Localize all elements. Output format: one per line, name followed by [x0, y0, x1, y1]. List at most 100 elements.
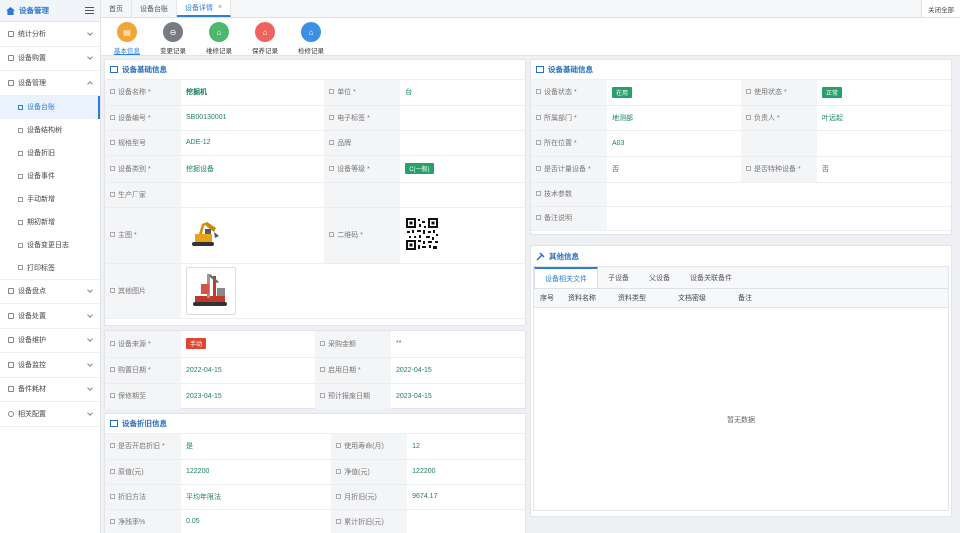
other-info-title: 其他信息: [531, 246, 951, 266]
field-icon: [110, 518, 115, 524]
doc-icon: [18, 173, 23, 179]
monitor-icon: [8, 361, 14, 368]
net-value: 122200: [407, 459, 525, 485]
form-row: 生产厂家: [105, 182, 525, 208]
metering-value: 否: [607, 156, 741, 183]
sidebar-item-monitor[interactable]: 设备监控: [0, 353, 100, 378]
usage-status-badge: 正常: [822, 86, 843, 98]
sidebar-item-stats[interactable]: 统计分析: [0, 22, 100, 47]
field-icon: [336, 518, 342, 524]
form-row: 规格型号 ADE-12 品牌: [105, 130, 525, 156]
field-icon: [536, 166, 541, 171]
upkeep-record-button[interactable]: ⌂ 保养记录: [242, 18, 288, 55]
chevron-down-icon: [87, 409, 93, 416]
tab-home[interactable]: 首页: [101, 0, 132, 17]
inspection-record-button[interactable]: ⌂ 检修记录: [288, 18, 334, 55]
field-icon: [536, 114, 541, 120]
close-icon[interactable]: ×: [218, 4, 222, 11]
accumulated-depreciation-value: [407, 509, 525, 533]
sidebar-item-spare-parts[interactable]: 备件耗材: [0, 378, 100, 402]
field-icon: [536, 191, 541, 196]
doc-icon: [18, 104, 23, 110]
sidebar-item-inventory[interactable]: 设备盘点: [0, 280, 100, 304]
drill-rig-image: [193, 273, 227, 306]
tab-related-files[interactable]: 设备相关文件: [534, 267, 598, 288]
field-icon: [536, 140, 541, 145]
tab-ledger[interactable]: 设备台账: [132, 0, 177, 17]
chart-icon: [8, 30, 14, 37]
tab-related-parts[interactable]: 设备关联备件: [680, 267, 742, 288]
owner-value: 叶远起: [817, 105, 951, 131]
monthly-depreciation-value: 9674.17: [407, 484, 525, 510]
sidebar-sub-depreciation[interactable]: 设备折旧: [0, 142, 100, 165]
sidebar-item-config[interactable]: 相关配置: [0, 402, 100, 427]
sidebar-sub-initial-add[interactable]: 期初新增: [0, 211, 100, 234]
basic-info-panel: 设备基础信息 设备名称 * 挖掘机 单位 * 台 设备编号 * SB001300…: [104, 59, 526, 326]
menu-toggle-icon[interactable]: [85, 7, 94, 14]
remarks-value: [607, 206, 951, 231]
sidebar-sub-events[interactable]: 设备事件: [0, 165, 100, 188]
depreciation-method-value: 平均年限法: [181, 484, 332, 510]
field-icon: [110, 114, 115, 120]
form-row: 所属部门 * 地测部 负责人 * 叶远起: [531, 105, 951, 131]
tab-child-equipment[interactable]: 子设备: [598, 267, 639, 288]
col-name: 资料名称: [568, 295, 596, 302]
chevron-down-icon: [87, 360, 93, 367]
other-image-thumb[interactable]: [186, 266, 236, 315]
form-icon: [536, 66, 544, 73]
scrap-date-value: 2023-04-15: [391, 383, 525, 410]
field-icon: [110, 89, 115, 95]
location-value: A03: [607, 130, 741, 157]
close-all-button[interactable]: 关闭全部: [921, 0, 960, 17]
manufacturer-value: [181, 182, 325, 208]
hammer-icon: [536, 251, 545, 261]
tech-params-value: [607, 182, 951, 207]
sidebar-item-disposal[interactable]: 设备处置: [0, 304, 100, 329]
form-row: 折旧方法 平均年限法 月折旧(元) 9674.17: [105, 484, 525, 510]
sidebar-item-maintenance[interactable]: 设备维护: [0, 329, 100, 353]
sidebar-sub-print-label[interactable]: 打印标签: [0, 257, 100, 280]
qr-code-image[interactable]: [405, 217, 440, 251]
special-equipment-value: 否: [817, 156, 951, 183]
gear-icon: [8, 79, 14, 86]
repair-icon: ⌂: [209, 22, 229, 42]
chevron-down-icon: [87, 29, 93, 36]
chevron-down-icon: [87, 54, 93, 61]
basic-info-button[interactable]: ▤ 基本信息: [104, 18, 150, 55]
chevron-up-icon: [87, 80, 93, 87]
other-info-panel: 其他信息 设备相关文件 子设备 父设备 设备关联备件 序号 资料名称 资料类型 …: [530, 245, 952, 517]
tab-detail[interactable]: 设备详情 ×: [177, 0, 232, 17]
form-row: 设备编号 * SB00130001 电子标签 *: [105, 105, 525, 131]
form-row: 备注说明: [531, 206, 951, 231]
form-row: 所在位置 * A03: [531, 130, 951, 157]
sidebar-item-equipment-mgmt[interactable]: 设备管理: [0, 71, 100, 96]
box-icon: [8, 386, 14, 393]
sidebar-sub-change-log[interactable]: 设备变更日志: [0, 234, 100, 257]
field-icon: [329, 139, 335, 145]
purchase-amount-value: **: [391, 331, 525, 358]
sidebar-item-purchase[interactable]: 设备购置: [0, 47, 100, 71]
depreciation-table: 是否开启折旧 * 是 使用寿命(月) 12 原值(元) 122200 净值(元)…: [105, 434, 525, 533]
tab-parent-equipment[interactable]: 父设备: [639, 267, 680, 288]
field-icon: [110, 393, 115, 398]
status-info-title: 设备基础信息: [531, 60, 951, 80]
sidebar-sub-manual-add[interactable]: 手动新增: [0, 188, 100, 211]
change-record-button[interactable]: ⊖ 变更记录: [150, 18, 196, 55]
main-image-excavator[interactable]: [186, 218, 222, 250]
form-icon: [110, 66, 118, 73]
field-icon: [110, 367, 115, 372]
form-row: 是否开启折旧 * 是 使用寿命(月) 12: [105, 434, 525, 460]
field-icon: [110, 340, 115, 346]
field-icon: [110, 191, 115, 197]
equipment-name-value: 挖掘机: [181, 80, 325, 106]
tree-icon: [18, 127, 23, 133]
sidebar-sub-tree[interactable]: 设备结构树: [0, 119, 100, 142]
field-icon: [329, 165, 335, 171]
col-type: 资料类型: [618, 295, 646, 302]
form-row: 设备来源 * 手动 采购金额 **: [105, 331, 525, 358]
sidebar-sub-ledger[interactable]: 设备台账: [0, 95, 100, 119]
field-icon: [329, 114, 335, 120]
repair-record-button[interactable]: ⌂ 维修记录: [196, 18, 242, 55]
image-icon: [110, 287, 115, 293]
disposal-icon: [8, 312, 14, 319]
